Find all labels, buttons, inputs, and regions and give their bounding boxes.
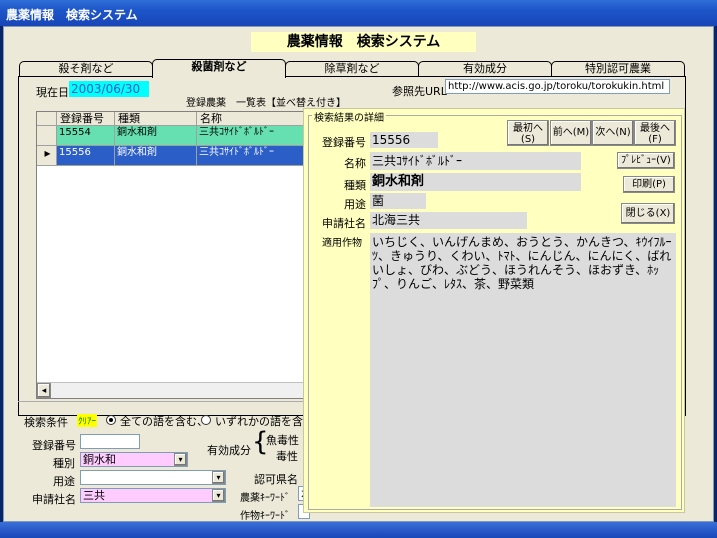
reg-no-label: 登録番号 [32, 439, 76, 452]
type-select[interactable]: 銅水和 ▾ [80, 452, 188, 467]
current-date-value: 2003/06/30 [69, 81, 149, 97]
row-selector[interactable] [37, 126, 57, 146]
detail-crops-value: いちじく、いんげんまめ、おうとう、かんきつ、ｷｳｲﾌﾙｰﾂ、きゅうり、くわい、ﾄ… [370, 233, 676, 507]
crop-keyword-label: 作物ｷｰﾜｰﾄﾞ [240, 511, 290, 522]
detail-applicant-value: 北海三共 [370, 212, 527, 229]
next-record-button[interactable]: 次へ(N) [592, 120, 634, 146]
print-button[interactable]: 印刷(P) [623, 176, 675, 193]
type-select-value: 銅水和 [83, 453, 116, 466]
last-record-button[interactable]: 最後へ (F) [634, 120, 676, 146]
table-cell-reg-no[interactable]: 15554 [57, 126, 115, 146]
column-header-reg-no[interactable]: 登録番号 [57, 112, 115, 126]
radio-any-words[interactable] [201, 415, 211, 425]
app-header: 農薬情報 検索システム [251, 32, 476, 52]
toxicity-label: 毒性 [276, 450, 298, 463]
detail-applicant-label: 申請社名 [322, 217, 366, 230]
reference-url-label: 参照先URL [392, 85, 447, 98]
detail-use-value: 菌 [370, 193, 426, 209]
table-cell-type[interactable]: 銅水和剤 [115, 146, 197, 166]
grid-corner [37, 112, 57, 126]
row-selector-current[interactable]: ▸ [37, 146, 57, 166]
chevron-down-icon[interactable]: ▾ [174, 453, 187, 466]
column-header-name[interactable]: 名称 [197, 112, 317, 126]
last-record-button-label: 最後へ [640, 123, 670, 134]
detail-type-label: 種類 [344, 179, 366, 192]
detail-panel: 検索結果の詳細 登録番号 15556 名称 三共ｺｻｲﾄﾞﾎﾞﾙﾄﾞｰ 種類 銅… [303, 108, 685, 513]
window-title: 農薬情報 検索システム [6, 8, 138, 22]
tab-fungicide[interactable]: 殺菌剤など [152, 59, 286, 78]
detail-reg-no-value: 15556 [370, 132, 438, 148]
ingredient-label: 有効成分 [207, 444, 251, 457]
prev-record-button[interactable]: 前へ(M) [550, 120, 592, 146]
table-cell-name[interactable]: 三共ｺｻｲﾄﾞﾎﾞﾙﾄﾞｰ [197, 146, 317, 166]
horizontal-scrollbar[interactable]: ◂ [37, 382, 315, 398]
prefecture-label: 認可県名 [254, 473, 298, 486]
tab-active-ingredient[interactable]: 有効成分 [418, 61, 552, 77]
reg-no-input[interactable] [80, 434, 140, 449]
detail-name-label: 名称 [344, 157, 366, 170]
scroll-left-icon[interactable]: ◂ [37, 383, 51, 398]
tab-special-approval[interactable]: 特別認可農業 [551, 61, 685, 77]
detail-crops-label: 適用作物 [322, 238, 362, 249]
detail-use-label: 用途 [344, 198, 366, 211]
tab-herbicide[interactable]: 除草剤など [285, 61, 419, 77]
radio-all-words[interactable] [106, 415, 116, 425]
use-label: 用途 [53, 475, 75, 488]
chevron-down-icon[interactable]: ▾ [212, 489, 225, 502]
table-cell-type[interactable]: 銅水和剤 [115, 126, 197, 146]
detail-type-value: 銅水和剤 [370, 173, 581, 191]
window-title-bar: 農薬情報 検索システム [0, 0, 717, 26]
search-conditions-label: 検索条件 [24, 416, 68, 429]
radio-all-words-label: 全ての語を含む、 [120, 415, 208, 428]
applicant-select[interactable]: 三共 ▾ [80, 488, 226, 503]
chevron-down-icon[interactable]: ▾ [212, 471, 225, 484]
taskbar [0, 522, 717, 538]
results-grid[interactable]: 登録番号 種類 名称 15554 銅水和剤 三共ｺｻｲﾄﾞﾎﾞﾙﾄﾞｰ ▸ 15… [36, 111, 317, 399]
table-cell-reg-no[interactable]: 15556 [57, 146, 115, 166]
fish-toxicity-label: 魚毒性 [266, 434, 299, 447]
clear-button[interactable]: ｸﾘｱｰ [77, 414, 98, 427]
close-button[interactable]: 閉じる(X) [621, 203, 675, 224]
last-record-button-key: (F) [648, 134, 662, 145]
detail-reg-no-label: 登録番号 [322, 136, 366, 149]
preview-button[interactable]: ﾌﾟﾚﾋﾞｭｰ(V) [617, 152, 675, 169]
detail-name-value: 三共ｺｻｲﾄﾞﾎﾞﾙﾄﾞｰ [370, 152, 581, 170]
column-header-type[interactable]: 種類 [115, 112, 197, 126]
first-record-button-key: (S) [520, 134, 536, 145]
use-select[interactable]: ▾ [80, 470, 226, 485]
table-cell-name[interactable]: 三共ｺｻｲﾄﾞﾎﾞﾙﾄﾞｰ [197, 126, 317, 146]
first-record-button-label: 最初へ [513, 123, 543, 134]
type-label: 種別 [53, 457, 75, 470]
keyword-label: 農薬ｷｰﾜｰﾄﾞ [240, 493, 290, 504]
detail-group-title: 検索結果の詳細 [312, 109, 386, 124]
reference-url-field[interactable]: http://www.acis.go.jp/toroku/torokukin.h… [445, 79, 670, 94]
tab-rodenticide[interactable]: 殺そ剤など [19, 61, 153, 77]
first-record-button[interactable]: 最初へ (S) [507, 120, 549, 146]
applicant-label: 申請社名 [32, 493, 76, 506]
applicant-select-value: 三共 [83, 489, 105, 502]
